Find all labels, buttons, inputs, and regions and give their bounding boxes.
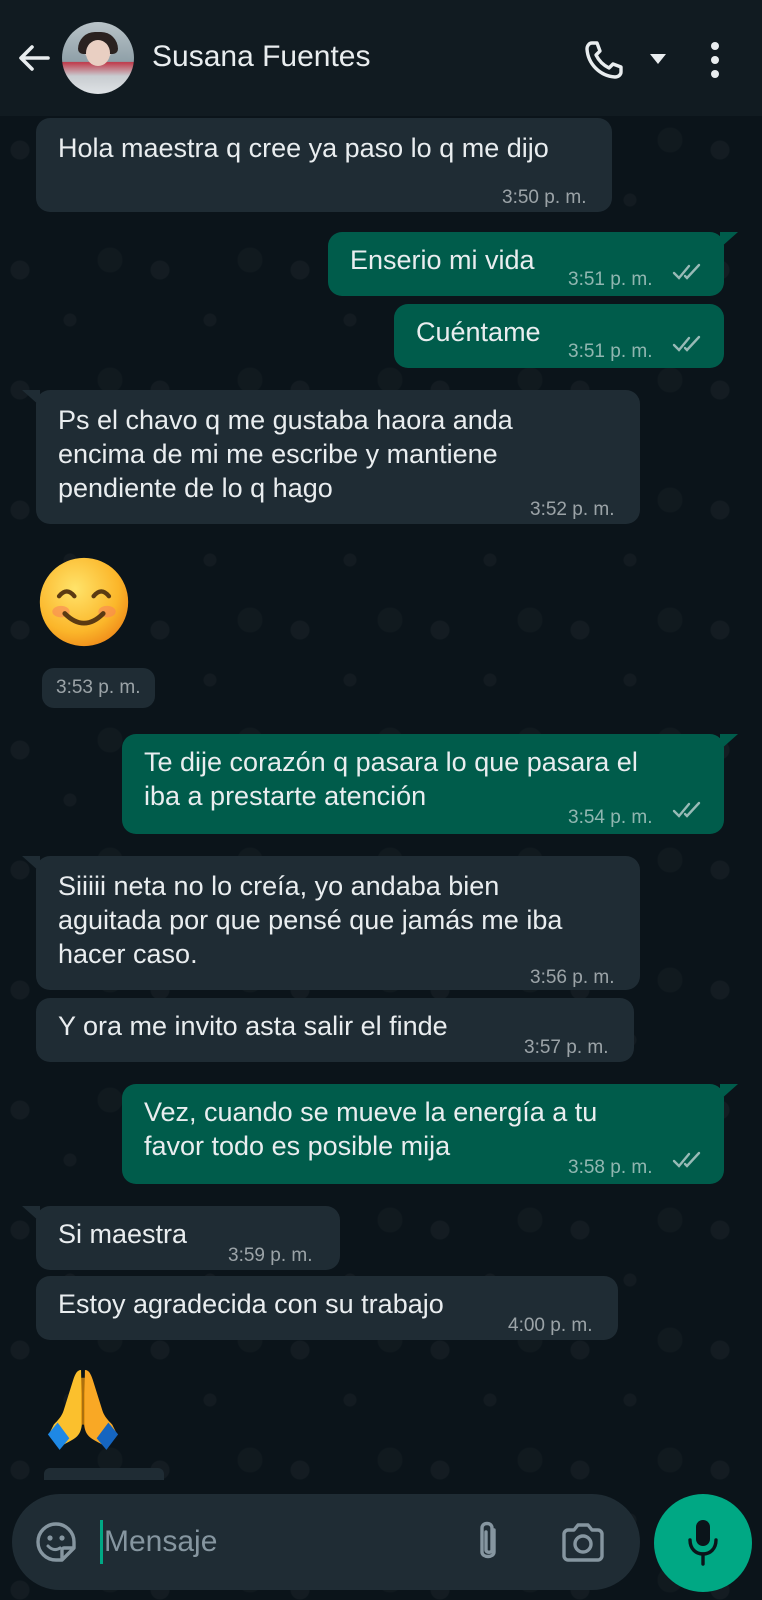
voice-message-button[interactable] — [654, 1494, 752, 1592]
message-text: Y ora me invito asta salir el finde — [58, 1011, 448, 1041]
message-text: Estoy agradecida con su trabajo — [58, 1289, 444, 1319]
message-time: 3:50 p. m. — [502, 187, 587, 208]
message-text: Ps el chavo q me gustaba haora anda — [58, 405, 513, 435]
sticker-icon[interactable] — [34, 1520, 78, 1564]
message-text: Te dije corazón q pasara lo que pasara e… — [144, 747, 638, 777]
message-text: hacer caso. — [58, 939, 198, 969]
message-time: 4:00 p. m. — [508, 1315, 593, 1336]
folded-hands-emoji — [47, 1369, 119, 1450]
read-double-check-icon — [672, 801, 701, 818]
contact-avatar[interactable] — [62, 22, 134, 94]
message-text: Siiiii neta no lo creía, yo andaba bien — [58, 871, 500, 901]
camera-icon[interactable] — [560, 1522, 606, 1562]
incoming-message[interactable]: Estoy agradecida con su trabajo 4:00 p. … — [36, 1276, 618, 1340]
message-time: 3:56 p. m. — [530, 967, 615, 988]
message-text: encima de mi me escribe y mantiene — [58, 439, 498, 469]
incoming-message[interactable]: Ps el chavo q me gustaba haora anda enci… — [22, 390, 640, 524]
back-arrow-icon[interactable] — [14, 38, 54, 78]
message-time: 3:53 p. m. — [42, 668, 155, 708]
message-text: Vez, cuando se mueve la energía a tu — [144, 1097, 598, 1127]
chat-header: Susana Fuentes — [0, 0, 762, 116]
message-time: 3:59 p. m. — [228, 1245, 313, 1266]
message-text: Si maestra — [58, 1219, 188, 1249]
message-time: 3:57 p. m. — [524, 1037, 609, 1058]
chat-screen: Susana Fuentes Hola maestra q cree ya pa… — [0, 0, 762, 1600]
incoming-message[interactable]: Si maestra 3:59 p. m. — [22, 1206, 340, 1270]
read-double-check-icon — [672, 1151, 701, 1168]
outgoing-message[interactable]: Enserio mi vida 3:51 p. m. — [328, 232, 738, 296]
message-time: 3:52 p. m. — [530, 499, 615, 520]
dropdown-caret-icon[interactable] — [648, 52, 668, 66]
message-text: Enserio mi vida — [350, 245, 535, 275]
incoming-message[interactable]: Siiiii neta no lo creía, yo andaba bien … — [22, 856, 640, 990]
message-time: 3:51 p. m. — [568, 269, 653, 290]
message-text: iba a prestarte atención — [144, 781, 427, 811]
message-time: 3:51 p. m. — [568, 341, 653, 362]
message-time: 3:54 p. m. — [568, 807, 653, 828]
message-text: favor todo es posible mija — [144, 1131, 451, 1161]
microphone-icon — [688, 1520, 718, 1566]
partial-message-edge — [44, 1468, 164, 1480]
smiling-face-emoji — [39, 557, 129, 647]
incoming-emoji-message[interactable] — [36, 554, 146, 654]
read-double-check-icon — [672, 335, 701, 352]
voice-call-icon[interactable] — [582, 38, 626, 82]
outgoing-message[interactable]: Te dije corazón q pasara lo que pasara e… — [122, 734, 738, 834]
incoming-message[interactable]: Y ora me invito asta salir el finde 3:57… — [36, 998, 634, 1062]
message-text: pendiente de lo q hago — [58, 473, 333, 503]
more-options-icon[interactable] — [708, 40, 722, 80]
read-double-check-icon — [672, 263, 701, 280]
outgoing-message[interactable]: Cuéntame 3:51 p. m. — [394, 304, 724, 368]
contact-name[interactable]: Susana Fuentes — [152, 40, 370, 74]
incoming-emoji-message[interactable] — [44, 1364, 124, 1454]
message-text: Hola maestra q cree ya paso lo q me dijo — [58, 133, 549, 163]
message-text: Cuéntame — [416, 317, 541, 347]
message-text: aguitada por que pensé que jamás me iba — [58, 905, 563, 935]
outgoing-message[interactable]: Vez, cuando se mueve la energía a tu fav… — [122, 1084, 738, 1184]
incoming-message[interactable]: Hola maestra q cree ya paso lo q me dijo… — [36, 118, 612, 212]
text-cursor — [100, 1520, 103, 1564]
message-composer[interactable]: Mensaje — [12, 1494, 640, 1590]
message-time: 3:58 p. m. — [568, 1157, 653, 1178]
attach-icon[interactable] — [472, 1518, 504, 1566]
message-input[interactable]: Mensaje — [104, 1520, 217, 1564]
